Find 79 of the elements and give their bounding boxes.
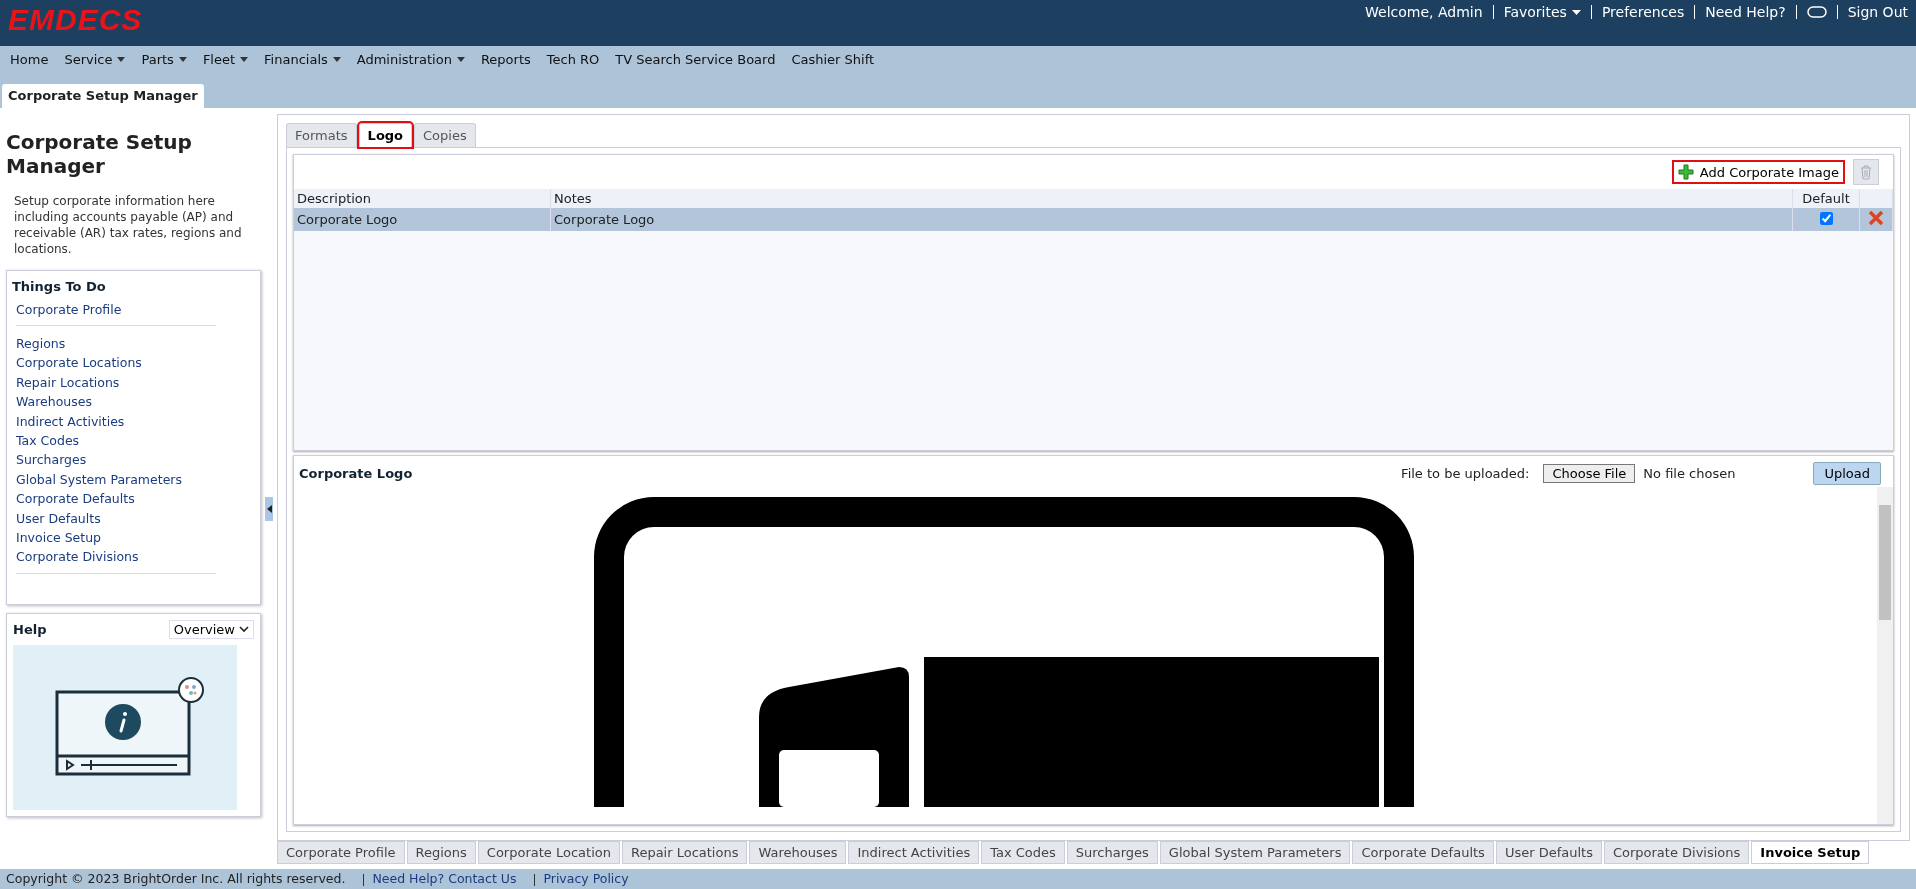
scrollbar[interactable] <box>1877 487 1893 824</box>
bottom-tab[interactable]: Corporate Divisions <box>1603 841 1750 864</box>
tab[interactable]: Copies <box>414 123 476 147</box>
todo-link[interactable]: Indirect Activities <box>16 411 216 431</box>
chevron-icon[interactable] <box>239 625 249 633</box>
caret-icon[interactable] <box>332 56 341 62</box>
nav-menu-item[interactable]: Financials <box>258 51 347 67</box>
add-image-button[interactable]: Add Corporate Image <box>1671 160 1845 184</box>
nav-menu-item[interactable]: Cashier Shift <box>785 51 881 67</box>
welcome-text: Welcome, Admin <box>1365 4 1483 20</box>
todo-link[interactable]: Corporate Divisions <box>16 547 216 567</box>
favorites-menu[interactable]: Favorites <box>1503 4 1581 20</box>
header-link[interactable]: Need Help? <box>1705 4 1786 20</box>
todo-link[interactable]: Global System Parameters <box>16 469 216 490</box>
choose-file-button[interactable]: Choose File <box>1543 464 1636 483</box>
plus-icon[interactable] <box>1677 164 1694 180</box>
page-tab[interactable]: Corporate Setup Manager <box>2 84 204 108</box>
bottom-tab[interactable]: User Defaults <box>1495 841 1602 864</box>
nav-menu-item[interactable]: Parts <box>135 51 193 67</box>
collapse-handle[interactable] <box>265 496 273 521</box>
column-header: Default <box>1792 189 1860 208</box>
caret-icon[interactable] <box>1571 9 1581 15</box>
nav-menu-item[interactable]: Fleet <box>196 51 255 67</box>
bottom-tab[interactable]: Indirect Activities <box>848 841 980 864</box>
page-title: Corporate Setup Manager <box>6 130 193 179</box>
help-dropdown[interactable]: Overview <box>168 619 254 639</box>
bottom-tab[interactable]: Invoice Setup <box>1751 841 1870 864</box>
toggle-icon[interactable] <box>1806 6 1827 18</box>
nav-menu-item[interactable]: TV Search Service Board <box>609 51 782 67</box>
bottom-tab[interactable]: Regions <box>406 841 476 864</box>
bottom-tab[interactable]: Corporate Location <box>477 841 620 864</box>
todo-link[interactable]: Regions <box>16 333 216 354</box>
header-link[interactable]: Sign Out <box>1847 4 1908 20</box>
bottom-tab[interactable]: Corporate Defaults <box>1352 841 1494 864</box>
todo-link[interactable]: Corporate Locations <box>16 353 216 373</box>
caret-icon[interactable] <box>240 56 249 62</box>
tab[interactable]: Formats <box>286 123 357 147</box>
caret-icon[interactable] <box>456 56 465 62</box>
nav-menu-item[interactable]: Tech RO <box>540 51 606 67</box>
todo-link[interactable]: Corporate Defaults <box>16 489 216 509</box>
default-checkbox[interactable] <box>1819 211 1833 225</box>
help-title: Help <box>13 621 47 637</box>
column-header: Description <box>294 189 551 208</box>
nav-menu-item[interactable]: Administration <box>350 51 471 67</box>
help-video-thumbnail[interactable] <box>13 644 237 810</box>
nav-menu-item[interactable]: Service <box>58 51 132 67</box>
header-link[interactable]: Preferences <box>1601 4 1685 20</box>
caret-icon[interactable] <box>178 56 187 62</box>
app-logo: EMDECS <box>8 3 143 37</box>
file-status-text: No file chosen <box>1643 466 1736 481</box>
bottom-tab[interactable]: Surcharges <box>1066 841 1158 864</box>
caret-icon[interactable] <box>117 56 126 62</box>
bottom-tab[interactable]: Warehouses <box>749 841 847 864</box>
upload-label: File to be uploaded: <box>1401 466 1530 481</box>
todo-link[interactable]: Invoice Setup <box>16 528 216 548</box>
nav-menu-item[interactable]: Reports <box>474 51 537 67</box>
todo-link[interactable]: Corporate Profile <box>16 299 216 319</box>
page-description: Setup corporate information here including accounts payable (AP) and receivable (AR) tax rates, regions and locations. <box>14 192 243 258</box>
todo-title: Things To Do <box>12 278 107 294</box>
todo-link[interactable]: Surcharges <box>16 450 216 470</box>
todo-link[interactable]: Tax Codes <box>16 430 216 451</box>
bottom-tab[interactable]: Tax Codes <box>981 841 1065 864</box>
table-cell: Corporate Logo <box>550 208 1793 231</box>
footer-link[interactable]: Need Help? Contact Us <box>372 871 517 889</box>
column-header: Notes <box>550 189 1793 208</box>
tab[interactable]: Logo <box>358 123 413 147</box>
section-title: Corporate Logo <box>299 466 414 481</box>
copyright-text: Copyright © 2023 BrightOrder Inc. All rights reserved. <box>6 871 346 888</box>
footer-link[interactable]: Privacy Policy <box>543 871 629 889</box>
upload-button[interactable]: Upload <box>1813 462 1881 485</box>
bottom-tab[interactable]: Global System Parameters <box>1159 841 1351 864</box>
nav-menu-item[interactable]: Home <box>4 51 55 67</box>
table-cell: Corporate Logo <box>294 208 551 231</box>
todo-link[interactable]: Warehouses <box>16 392 216 412</box>
arrow-left-icon[interactable] <box>266 504 272 513</box>
todo-link[interactable]: Repair Locations <box>16 372 216 393</box>
bottom-tab[interactable]: Corporate Profile <box>277 841 405 864</box>
bottom-tab[interactable]: Repair Locations <box>621 841 748 864</box>
todo-link[interactable]: User Defaults <box>16 508 216 528</box>
